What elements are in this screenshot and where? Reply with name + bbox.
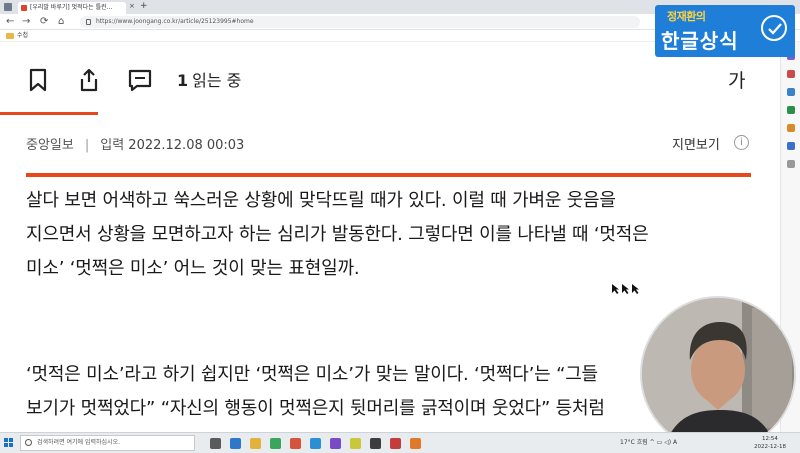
sidebar-app-icon[interactable] bbox=[787, 70, 795, 78]
taskbar-search-input[interactable]: 검색하려면 여기에 입력하십시오. bbox=[20, 435, 195, 451]
channel-logo: 정재환의 한글상식 bbox=[655, 5, 795, 57]
tab-title: [우리말 바루기] 멋적다는 틀린... bbox=[30, 4, 113, 11]
comment-icon[interactable] bbox=[128, 68, 152, 92]
sidebar-app-icon[interactable] bbox=[787, 142, 795, 150]
home-icon[interactable]: ⌂ bbox=[58, 16, 64, 28]
article-paragraph-1: 살다 보면 어색하고 쑥스러운 상황에 맞닥뜨릴 때가 있다. 이럴 때 가벼운… bbox=[26, 184, 649, 286]
sidebar-app-icon[interactable] bbox=[787, 124, 795, 132]
url-text: https://www.joongang.co.kr/article/25123… bbox=[96, 18, 254, 25]
app-icon[interactable] bbox=[410, 438, 421, 449]
reader-count: 1 bbox=[177, 71, 189, 90]
reader-label: 읽는 중 bbox=[192, 71, 242, 90]
paragraph-line: 살다 보면 어색하고 쑥스러운 상황에 맞닥뜨릴 때가 있다. 이럴 때 가벼운… bbox=[26, 190, 616, 211]
view-print-edition-link[interactable]: 지면보기 bbox=[672, 134, 720, 153]
task-view-icon[interactable] bbox=[210, 438, 221, 449]
screen: [우리말 바루기] 멋적다는 틀린... × + ← → ⟳ ⌂ https:/… bbox=[0, 0, 800, 453]
paragraph-line: 보기가 멋쩍었다” “자신의 행동이 멋쩍은지 뒷머리를 긁적이며 웃었다” 등… bbox=[26, 398, 605, 419]
reading-progress-bar bbox=[0, 112, 98, 115]
pointer-cursor-icon bbox=[612, 284, 639, 294]
info-icon[interactable]: i bbox=[734, 135, 749, 150]
share-icon[interactable] bbox=[79, 68, 99, 92]
lock-icon bbox=[86, 19, 91, 25]
app-icon[interactable] bbox=[350, 438, 361, 449]
article-meta: 중앙일보 | 입력 2022.12.08 00:03 bbox=[26, 134, 244, 153]
sidebar-app-icon[interactable] bbox=[787, 88, 795, 96]
readers-now: 1 읽는 중 bbox=[177, 67, 241, 91]
new-tab-icon[interactable]: + bbox=[140, 1, 148, 11]
bookmark-folder[interactable]: 수첩 bbox=[17, 30, 28, 42]
sidebar-add-icon[interactable] bbox=[787, 160, 795, 168]
clock-date: 2022-12-18 bbox=[754, 444, 786, 450]
publish-date: 2022.12.08 00:03 bbox=[128, 138, 245, 153]
paragraph-line: 지으면서 상황을 모면하고자 하는 심리가 발동한다. 그렇다면 이를 나타낼 … bbox=[26, 224, 649, 245]
search-icon bbox=[25, 439, 32, 446]
app-icon[interactable] bbox=[370, 438, 381, 449]
windows-start-icon[interactable] bbox=[4, 438, 14, 448]
webcam-overlay bbox=[640, 296, 796, 452]
input-label: 입력 bbox=[100, 138, 125, 153]
office-icon[interactable] bbox=[290, 438, 301, 449]
window-menu-icon[interactable] bbox=[4, 3, 12, 11]
reload-icon[interactable]: ⟳ bbox=[40, 16, 48, 28]
edge-browser-icon[interactable] bbox=[230, 438, 241, 449]
bookmark-icon[interactable] bbox=[28, 68, 48, 92]
file-explorer-icon[interactable] bbox=[250, 438, 261, 449]
logo-title: 한글상식 bbox=[661, 29, 739, 53]
browser-tab[interactable]: [우리말 바루기] 멋적다는 틀린... bbox=[18, 2, 126, 14]
mail-icon[interactable] bbox=[310, 438, 321, 449]
app-icon[interactable] bbox=[390, 438, 401, 449]
chrome-icon[interactable] bbox=[270, 438, 281, 449]
paragraph-line: ‘멋적은 미소’라고 하기 쉽지만 ‘멋쩍은 미소’가 맞는 말이다. ‘멋쩍다… bbox=[26, 364, 598, 385]
meta-separator: | bbox=[84, 138, 90, 153]
font-size-button[interactable]: 가 bbox=[728, 66, 745, 93]
search-placeholder: 검색하려면 여기에 입력하십시오. bbox=[37, 439, 121, 446]
check-circle-icon bbox=[761, 15, 787, 41]
clock-time: 12:54 bbox=[762, 436, 778, 442]
paragraph-line: 미소’ ‘멋쩍은 미소’ 어느 것이 맞는 표현일까. bbox=[26, 258, 360, 279]
forward-icon[interactable]: → bbox=[22, 16, 30, 28]
site-favicon-icon bbox=[21, 5, 27, 11]
header-divider bbox=[26, 173, 751, 177]
back-icon[interactable]: ← bbox=[6, 16, 14, 28]
app-icon[interactable] bbox=[330, 438, 341, 449]
folder-icon bbox=[6, 33, 14, 39]
article-paragraph-2: ‘멋적은 미소’라고 하기 쉽지만 ‘멋쩍은 미소’가 맞는 말이다. ‘멋쩍다… bbox=[26, 358, 605, 426]
system-clock[interactable]: 12:54 2022-12-18 bbox=[754, 435, 786, 451]
tab-close-icon[interactable]: × bbox=[129, 2, 135, 10]
publisher-name: 중앙일보 bbox=[26, 138, 74, 153]
sidebar-app-icon[interactable] bbox=[787, 106, 795, 114]
system-tray-weather[interactable]: 17°C 흐림 ^ ▭ ◁) A bbox=[620, 435, 677, 451]
taskbar: 검색하려면 여기에 입력하십시오. 17°C 흐림 ^ ▭ ◁) A 12:54… bbox=[0, 432, 800, 453]
logo-name: 정재환의 bbox=[667, 10, 706, 23]
presenter-video bbox=[642, 298, 794, 450]
url-input[interactable]: https://www.joongang.co.kr/article/25123… bbox=[80, 16, 640, 28]
